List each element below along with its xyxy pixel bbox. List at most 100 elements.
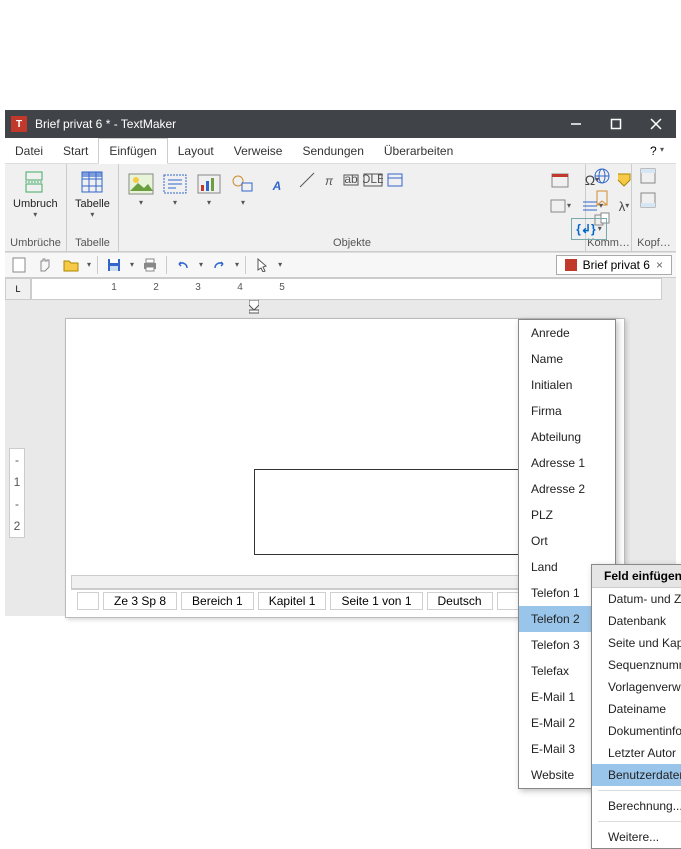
minimize-button[interactable] [556,110,596,138]
feld-menu-item[interactable]: Benutzerdaten▶ [592,764,681,786]
group-label: Umbrüche [5,237,66,249]
save-button[interactable] [104,255,124,275]
tab-einfuegen[interactable]: Einfügen [98,138,167,164]
close-tab-icon[interactable]: × [656,258,663,272]
feld-menu-item[interactable]: Weitere... [592,826,681,848]
undo-button[interactable] [173,255,193,275]
equation-button[interactable]: π [319,170,339,190]
tab-stop-selector[interactable]: L [5,278,31,300]
list-button[interactable]: ▾ [577,194,607,218]
feld-menu-item[interactable]: Dateiname▶ [592,698,681,720]
userfield-item[interactable]: Abteilung [519,424,615,450]
form-button[interactable]: ab [341,170,361,190]
status-empty [77,592,99,610]
chevron-down-icon: ▾ [90,210,94,219]
shapes-button[interactable]: ▾ [227,168,259,209]
chevron-down-icon[interactable]: ▾ [87,260,91,269]
maximize-button[interactable] [596,110,636,138]
feld-menu-item[interactable]: Sequenznummer▶ [592,654,681,676]
lambda-button[interactable]: λ▾ [609,194,639,218]
insert-field-button[interactable]: {↲}▾ [571,218,607,240]
feld-menu-item[interactable]: Berechnung... [592,795,681,817]
chevron-down-icon: ▾ [33,210,37,219]
quick-access-toolbar: ▾ ▾ ▾ ▾ ▾ Brief privat 6 × [5,252,676,278]
svg-text:π: π [325,174,334,188]
object-button[interactable]: ▾ [545,194,575,218]
svg-text:ab: ab [344,172,358,186]
date-button[interactable] [545,168,575,192]
chart-icon [195,170,223,198]
group-label: Kopf… [632,237,676,249]
submenu-feld-einfuegen: Feld einfügenDatum- und Zeitfelder▶Daten… [591,564,681,849]
feld-menu-item[interactable]: Dokumentinfos▶ [592,720,681,742]
pointer-button[interactable] [252,255,272,275]
tab-datei[interactable]: Datei [5,138,53,163]
userfield-item[interactable]: Firma [519,398,615,424]
horizontal-ruler[interactable]: 1 2 3 4 5 [31,278,662,300]
tabelle-label: Tabelle [75,198,110,210]
tab-sendungen[interactable]: Sendungen [292,138,373,163]
tab-layout[interactable]: Layout [168,138,224,163]
umbruch-label: Umbruch [13,198,58,210]
status-spacer [497,592,519,610]
document-tab[interactable]: Brief privat 6 × [556,255,672,275]
autotext-button[interactable] [609,168,639,192]
status-page[interactable]: Seite 1 von 1 [330,592,422,610]
userfield-item[interactable]: Ort [519,528,615,554]
page[interactable]: Te M E Ze 3 Sp 8 Bereich 1 Kapitel 1 Sei… [65,318,625,618]
umbruch-button[interactable]: Umbruch ▾ [11,166,60,221]
ribbon-right-icons: Ω▾ ▾ ▾ λ▾ [545,168,639,218]
tabelle-button[interactable]: Tabelle ▾ [73,166,112,221]
status-section[interactable]: Bereich 1 [181,592,254,610]
feld-menu-item[interactable]: Datum- und Zeitfelder▶ [592,588,681,610]
header-button[interactable] [638,166,658,186]
tab-verweise[interactable]: Verweise [224,138,293,163]
symbol-omega-button[interactable]: Ω▾ [577,168,607,192]
frame-button[interactable] [385,170,405,190]
ole-button[interactable]: OLE [363,170,383,190]
status-cursor-pos[interactable]: Ze 3 Sp 8 [103,592,177,610]
tab-ueberarbeiten[interactable]: Überarbeiten [374,138,463,163]
hand-tool-button[interactable] [35,255,55,275]
userfield-item[interactable]: Adresse 1 [519,450,615,476]
editor-area: L 1 2 3 4 5 - 1 - 2 Te M E Ze 3 Sp 8 Ber… [5,278,676,616]
group-umbrueche: Umbruch ▾ Umbrüche [5,164,67,251]
userfield-item[interactable]: Name [519,346,615,372]
userfield-item[interactable]: PLZ [519,502,615,528]
text-frame[interactable]: Te M E [254,469,544,555]
submenu-header: Feld einfügen [592,565,681,588]
new-file-button[interactable] [9,255,29,275]
status-language[interactable]: Deutsch [427,592,493,610]
chevron-down-icon[interactable]: ▾ [278,260,282,269]
feld-menu-item[interactable]: Datenbank▶ [592,610,681,632]
userfield-item[interactable]: Initialen [519,372,615,398]
indent-marker[interactable] [249,300,259,317]
textbox-button[interactable]: ▾ [159,168,191,209]
print-button[interactable] [140,255,160,275]
status-chapter[interactable]: Kapitel 1 [258,592,327,610]
group-label: Tabelle [67,237,118,249]
footer-button[interactable] [638,190,658,210]
group-label: Objekte [119,237,585,249]
help-button[interactable]: ? ▾ [638,138,676,163]
userfield-item[interactable]: Anrede [519,320,615,346]
chevron-down-icon[interactable]: ▾ [235,260,239,269]
feld-menu-item[interactable]: Vorlagenverweis▶ [592,676,681,698]
userfield-item[interactable]: Adresse 2 [519,476,615,502]
image-icon [127,170,155,198]
line-button[interactable] [297,170,317,190]
vertical-ruler[interactable]: - 1 - 2 [9,448,25,538]
close-button[interactable] [636,110,676,138]
feld-menu-item[interactable]: Seite und Kapitel▶ [592,632,681,654]
doc-tab-label: Brief privat 6 [583,258,650,272]
textbox-icon [161,170,189,198]
open-button[interactable] [61,255,81,275]
textart-button[interactable]: A [261,168,293,209]
feld-menu-item[interactable]: Letzter Autor [592,742,681,764]
chevron-down-icon[interactable]: ▾ [130,260,134,269]
redo-button[interactable] [209,255,229,275]
chevron-down-icon[interactable]: ▾ [199,260,203,269]
tab-start[interactable]: Start [53,138,98,163]
chart-button[interactable]: ▾ [193,168,225,209]
image-button[interactable]: ▾ [125,168,157,209]
